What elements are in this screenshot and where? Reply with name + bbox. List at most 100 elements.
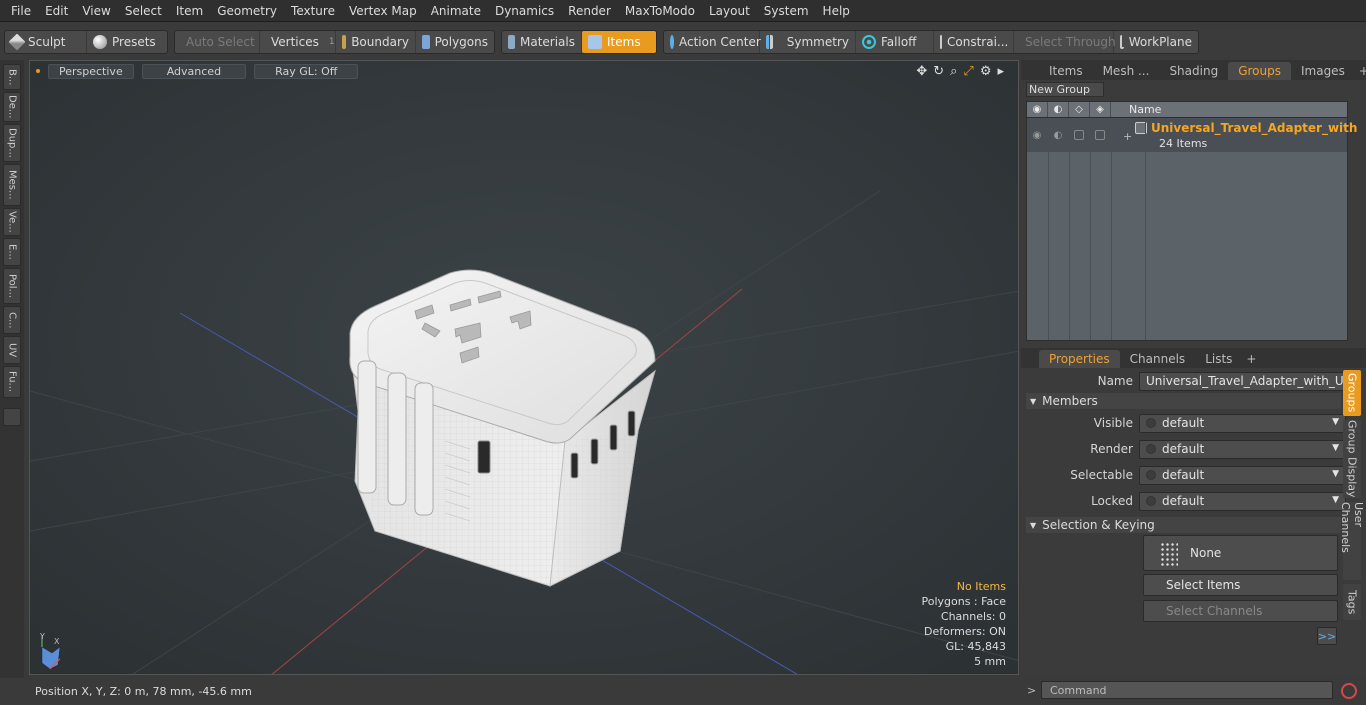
- zoom-view-icon[interactable]: ⌕: [950, 64, 957, 79]
- menu-geometry[interactable]: Geometry: [210, 0, 284, 22]
- menu-render[interactable]: Render: [561, 0, 618, 22]
- locked-select[interactable]: default ▼: [1139, 491, 1346, 511]
- sculpt-button[interactable]: Sculpt: [5, 31, 87, 53]
- left-tab-mesh-edit[interactable]: Mes...: [3, 164, 21, 206]
- auto-select-label: Auto Select: [186, 35, 255, 49]
- raygl-dropdown[interactable]: Ray GL: Off: [254, 63, 359, 79]
- perspective-dropdown[interactable]: Perspective: [48, 63, 134, 79]
- auto-select-button[interactable]: Auto Select: [175, 31, 260, 53]
- left-tab-curve[interactable]: C...: [3, 306, 21, 334]
- menu-layout[interactable]: Layout: [702, 0, 757, 22]
- groups-list: ◉ ◐ ◇ ◈ Name ◉ ◐ + Universal_Travel_Adap…: [1026, 101, 1361, 341]
- lock-icon[interactable]: ◈: [1090, 102, 1111, 117]
- more-button[interactable]: >>: [1317, 627, 1337, 645]
- menu-system[interactable]: System: [757, 0, 816, 22]
- left-tab-uv[interactable]: UV: [3, 336, 21, 364]
- visible-select[interactable]: default ▼: [1139, 413, 1346, 433]
- left-tab-basic[interactable]: B...: [3, 64, 21, 90]
- left-tab-extra[interactable]: [3, 408, 21, 426]
- symmetry-button[interactable]: Symmetry: [760, 31, 856, 53]
- render-label: Render: [1090, 442, 1133, 456]
- maximize-view-icon[interactable]: ⤢: [963, 64, 973, 79]
- viewport-settings-icon[interactable]: ⚙: [980, 64, 992, 79]
- name-field[interactable]: Universal_Travel_Adapter_with_USB_: [1139, 371, 1346, 391]
- row-lock-checkbox[interactable]: [1090, 118, 1111, 152]
- boundary-button[interactable]: Boundary: [336, 31, 416, 53]
- tab-items[interactable]: Items: [1039, 62, 1093, 80]
- advanced-dropdown[interactable]: Advanced: [141, 63, 247, 79]
- chevron-down-icon: ▼: [1332, 442, 1339, 453]
- left-tab-deform[interactable]: De...: [3, 92, 21, 122]
- visibility-eye-icon[interactable]: ◉: [1027, 102, 1048, 117]
- falloff-button[interactable]: Falloff: [856, 31, 934, 53]
- menu-animate[interactable]: Animate: [424, 0, 488, 22]
- command-input[interactable]: Command: [1041, 681, 1333, 699]
- left-tab-fusion[interactable]: Fu...: [3, 366, 21, 398]
- left-tab-edge[interactable]: E...: [3, 238, 21, 266]
- selectable-select[interactable]: default ▼: [1139, 465, 1346, 485]
- materials-icon: [508, 35, 515, 49]
- polygons-button[interactable]: Polygons: [416, 31, 494, 53]
- selectable-label: Selectable: [1070, 468, 1133, 482]
- tab-shading[interactable]: Shading: [1159, 62, 1228, 80]
- materials-button[interactable]: Materials: [502, 31, 582, 53]
- constraints-button[interactable]: Constrai...: [934, 31, 1014, 53]
- selection-keying-section[interactable]: ▼ Selection & Keying: [1026, 517, 1341, 533]
- items-button[interactable]: Items: [582, 31, 656, 53]
- members-section[interactable]: ▼ Members: [1026, 393, 1341, 409]
- keying-none-label: None: [1190, 546, 1222, 560]
- select-items-button[interactable]: Select Items: [1143, 574, 1338, 596]
- presets-button[interactable]: Presets: [87, 31, 167, 53]
- menu-help[interactable]: Help: [816, 0, 857, 22]
- move-view-icon[interactable]: ✥: [916, 64, 927, 79]
- item-mode-group: Materials Items: [501, 30, 657, 54]
- menu-vertex-map[interactable]: Vertex Map: [342, 0, 424, 22]
- 3d-viewport[interactable]: Y X Perspective Advanced Ray GL: Off ✥ ↻…: [29, 60, 1019, 675]
- tab-mesh[interactable]: Mesh ...: [1093, 62, 1160, 80]
- brush-icon: [8, 33, 26, 51]
- left-tab-polygon[interactable]: Pol...: [3, 268, 21, 304]
- viewport-menu-dot[interactable]: [36, 69, 40, 73]
- presets-icon: [93, 35, 107, 49]
- render-icon[interactable]: ◐: [1048, 102, 1069, 117]
- menu-select[interactable]: Select: [118, 0, 169, 22]
- vtab-groups[interactable]: Groups: [1343, 370, 1361, 416]
- menu-maxtomodo[interactable]: MaxToModo: [618, 0, 702, 22]
- add-tab-icon[interactable]: +: [1355, 62, 1366, 80]
- expand-plus-icon[interactable]: +: [1123, 130, 1132, 143]
- action-center-button[interactable]: Action Center: [664, 31, 761, 53]
- left-tab-duplicate[interactable]: Dup...: [3, 124, 21, 162]
- viewport-expand-icon[interactable]: ▸: [997, 64, 1004, 79]
- tab-images[interactable]: Images: [1291, 62, 1355, 80]
- menu-file[interactable]: File: [4, 0, 38, 22]
- info-deformers: Deformers: ON: [924, 625, 1006, 638]
- workplane-button[interactable]: WorkPlane: [1114, 31, 1198, 53]
- row-selectable-checkbox[interactable]: [1069, 118, 1090, 152]
- left-tab-vertex[interactable]: Ve...: [3, 208, 21, 236]
- menu-dynamics[interactable]: Dynamics: [488, 0, 561, 22]
- select-channels-button[interactable]: Select Channels: [1143, 600, 1338, 622]
- menu-view[interactable]: View: [75, 0, 117, 22]
- info-items: No Items: [956, 580, 1006, 593]
- vtab-group-display[interactable]: Group Display: [1343, 420, 1361, 498]
- record-icon[interactable]: [1341, 683, 1357, 699]
- selectable-icon[interactable]: ◇: [1069, 102, 1090, 117]
- menu-texture[interactable]: Texture: [284, 0, 342, 22]
- vtab-user-channels[interactable]: User Channels: [1339, 502, 1365, 580]
- keying-none-button[interactable]: None: [1143, 535, 1338, 571]
- new-group-button[interactable]: New Group: [1026, 82, 1104, 97]
- row-eye-icon[interactable]: ◉: [1027, 118, 1048, 152]
- vtab-tags[interactable]: Tags: [1343, 584, 1361, 620]
- select-through-button[interactable]: Select Through: [1014, 31, 1116, 53]
- chevron-down-icon: ▼: [1332, 416, 1339, 427]
- menu-item[interactable]: Item: [169, 0, 210, 22]
- rotate-view-icon[interactable]: ↻: [933, 64, 944, 79]
- tab-groups[interactable]: Groups: [1228, 62, 1291, 80]
- row-render-icon[interactable]: ◐: [1048, 118, 1069, 152]
- right-vertical-tabs: Groups Group Display User Channels Tags: [1339, 370, 1365, 630]
- menu-edit[interactable]: Edit: [38, 0, 75, 22]
- vertices-button[interactable]: Vertices 1: [260, 31, 336, 53]
- position-readout: Position X, Y, Z: 0 m, 78 mm, -45.6 mm: [35, 685, 252, 698]
- group-row[interactable]: ◉ ◐ + Universal_Travel_Adapter_with ... …: [1027, 118, 1361, 152]
- render-select[interactable]: default ▼: [1139, 439, 1346, 459]
